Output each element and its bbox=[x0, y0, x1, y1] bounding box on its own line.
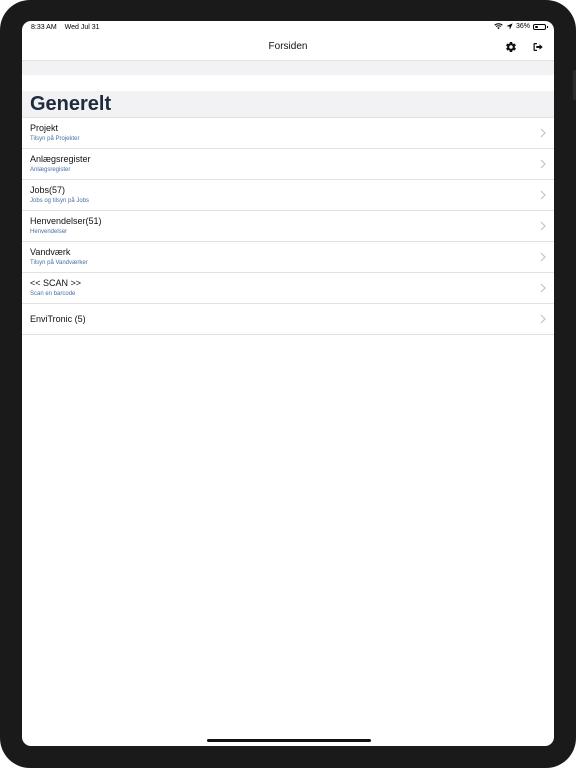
location-arrow-icon bbox=[506, 23, 513, 30]
menu-item-subtitle: Tilsyn på Vandværker bbox=[30, 260, 88, 266]
device-frame: 8:33 AM Wed Jul 31 36% Forsiden Generelt… bbox=[0, 0, 576, 768]
chevron-right-icon bbox=[540, 283, 546, 293]
menu-item-title: Jobs(57) bbox=[30, 185, 66, 195]
status-bar: 8:33 AM Wed Jul 31 36% bbox=[22, 21, 554, 35]
settings-button[interactable] bbox=[504, 40, 518, 54]
menu-item-subtitle: Scan en barcode bbox=[30, 291, 76, 297]
menu-item-jobs[interactable]: Jobs(57) Jobs og tilsyn på Jobs bbox=[22, 180, 554, 211]
section-header: Generelt bbox=[22, 91, 554, 118]
wifi-icon bbox=[494, 23, 503, 30]
page-title: Forsiden bbox=[268, 41, 308, 52]
status-date: Wed Jul 31 bbox=[64, 24, 100, 31]
menu-item-envitronic[interactable]: EnviTronic (5) bbox=[22, 304, 554, 335]
menu-item-subtitle: Tilsyn på Projekter bbox=[30, 136, 80, 142]
menu-item-anlaegsregister[interactable]: Anlægsregister Anlægsregister bbox=[22, 149, 554, 180]
menu-list: Projekt Tilsyn på Projekter Anlægsregist… bbox=[22, 118, 554, 335]
battery-fill bbox=[535, 25, 539, 28]
battery-icon bbox=[533, 23, 548, 30]
menu-item-henvendelser[interactable]: Henvendelser(51) Henvendelser bbox=[22, 211, 554, 242]
menu-item-title: Anlægsregister bbox=[30, 154, 91, 164]
menu-item-title: Vandværk bbox=[30, 247, 71, 257]
spacer-band bbox=[22, 61, 554, 75]
gear-icon bbox=[506, 41, 516, 53]
section-title: Generelt bbox=[30, 93, 112, 115]
sign-out-icon bbox=[533, 43, 543, 51]
app-screen: 8:33 AM Wed Jul 31 36% Forsiden Generelt… bbox=[22, 21, 554, 746]
home-indicator[interactable] bbox=[207, 739, 371, 742]
chevron-right-icon bbox=[540, 221, 546, 231]
status-time-group: 8:33 AM Wed Jul 31 bbox=[31, 24, 106, 31]
menu-item-subtitle: Henvendelser bbox=[30, 229, 68, 235]
menu-item-vandvaerk[interactable]: Vandværk Tilsyn på Vandværker bbox=[22, 242, 554, 273]
menu-item-title: Henvendelser(51) bbox=[30, 216, 102, 226]
menu-item-title: EnviTronic (5) bbox=[30, 314, 86, 324]
status-right: 36% bbox=[494, 23, 548, 30]
menu-item-title: Projekt bbox=[30, 123, 59, 133]
menu-item-scan[interactable]: << SCAN >> Scan en barcode bbox=[22, 273, 554, 304]
logout-button[interactable] bbox=[531, 40, 545, 54]
status-time: 8:33 AM bbox=[31, 24, 57, 31]
menu-item-title: << SCAN >> bbox=[30, 278, 82, 288]
chevron-right-icon bbox=[540, 252, 546, 262]
chevron-right-icon bbox=[540, 190, 546, 200]
menu-item-subtitle: Anlægsregister bbox=[30, 167, 71, 173]
navigation-bar: Forsiden bbox=[22, 35, 554, 61]
menu-item-subtitle: Jobs og tilsyn på Jobs bbox=[30, 198, 90, 204]
chevron-right-icon bbox=[540, 128, 546, 138]
chevron-right-icon bbox=[540, 314, 546, 324]
battery-percent: 36% bbox=[515, 23, 530, 30]
chevron-right-icon bbox=[540, 159, 546, 169]
menu-item-projekt[interactable]: Projekt Tilsyn på Projekter bbox=[22, 118, 554, 149]
